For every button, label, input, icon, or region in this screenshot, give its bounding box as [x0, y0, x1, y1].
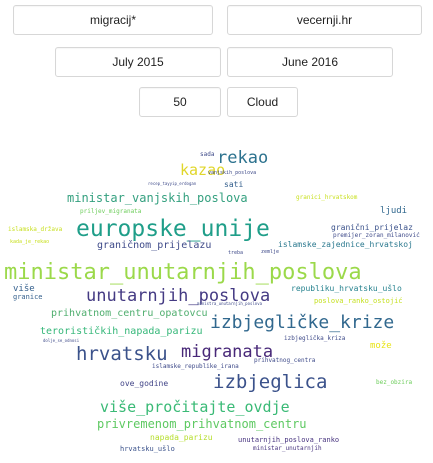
cloud-word: može [370, 341, 392, 351]
cloud-word: izbjegličke_krize [210, 312, 395, 333]
cloud-word: treba [228, 250, 244, 256]
cloud-word: prihvatnom_centru_opatovcu [51, 308, 208, 319]
cloud-word: ministra_unutarnjih_poslova [197, 301, 263, 306]
cloud-word: granici_hrvatskom [296, 194, 358, 201]
cloud-word: recep_tayyip_erdogan [148, 181, 197, 186]
cloud-word: hrvatsku [76, 343, 168, 365]
cloud-word: bez_obzira [376, 379, 413, 386]
date-to-value: June 2016 [281, 55, 339, 69]
date-from-input[interactable]: July 2015 [55, 47, 221, 77]
cloud-word: izbjeglica [213, 371, 328, 393]
cloud-word: europske_unije [76, 216, 270, 242]
cloud-word: sati [224, 180, 244, 189]
cloud-word: zemlje [261, 249, 280, 255]
cloud-word: ministar_unutarnjih_poslova [4, 260, 362, 285]
cloud-word: republiku_hrvatsku_ušlo [291, 284, 402, 293]
search-query-value: migracij* [89, 13, 136, 27]
cloud-word: izbjeglička_kriza [284, 335, 346, 342]
cloud-word: poslova_ranko_ostojić [314, 297, 403, 305]
cloud-word: islamska_država [8, 226, 63, 233]
word-count-value: 50 [173, 95, 187, 109]
cloud-word: dolje_se_odnosi [43, 338, 80, 343]
cloud-word: graničnom_prijelazu [97, 240, 212, 251]
cloud-word: islamske_zajednice_hrvatskoj [278, 240, 413, 249]
word-cloud: ministar_unutarnjih_poslova europske_uni… [0, 140, 433, 463]
cloud-word: više_pročitajte_ovdje [100, 398, 290, 416]
cloud-word: priljev_migranata [80, 208, 142, 215]
source-domain-value: vecernji.hr [296, 13, 353, 27]
cloud-word: ministar_unutarnjih [253, 445, 322, 452]
cloud-word: hrvatsku_ušlo [120, 445, 175, 453]
search-query-input[interactable]: migracij* [13, 5, 213, 35]
cloud-word: ljudi [380, 206, 408, 216]
date-from-value: July 2015 [112, 55, 164, 69]
cloud-word: kada_je_rekao [10, 239, 50, 245]
cloud-word: ministar_vanjskih_poslova [67, 191, 248, 205]
cloud-button[interactable]: Cloud [227, 87, 298, 117]
cloud-word: ove_godine [120, 379, 169, 388]
cloud-word: privremenom_prihvatnom_centru [97, 417, 307, 431]
cloud-word: napada_parizu [150, 433, 213, 442]
cloud-word: granice [13, 293, 43, 301]
cloud-word: unutarnjih_poslova_ranko [238, 436, 340, 444]
cloud-word: granični_prijelaz [331, 223, 413, 232]
cloud-word: prihvatnog_centra [254, 357, 316, 364]
word-count-input[interactable]: 50 [139, 87, 221, 117]
cloud-word: islamske_republike_irana [152, 363, 239, 370]
cloud-word: terorističkih_napada_parizu [40, 326, 203, 337]
cloud-word: sada [200, 151, 215, 158]
cloud-word: vanjskih_poslova [208, 170, 257, 176]
date-to-input[interactable]: June 2016 [227, 47, 393, 77]
source-domain-input[interactable]: vecernji.hr [227, 5, 422, 35]
cloud-button-label: Cloud [246, 95, 279, 109]
cloud-word: premijer_zoran_milanović [333, 232, 420, 239]
